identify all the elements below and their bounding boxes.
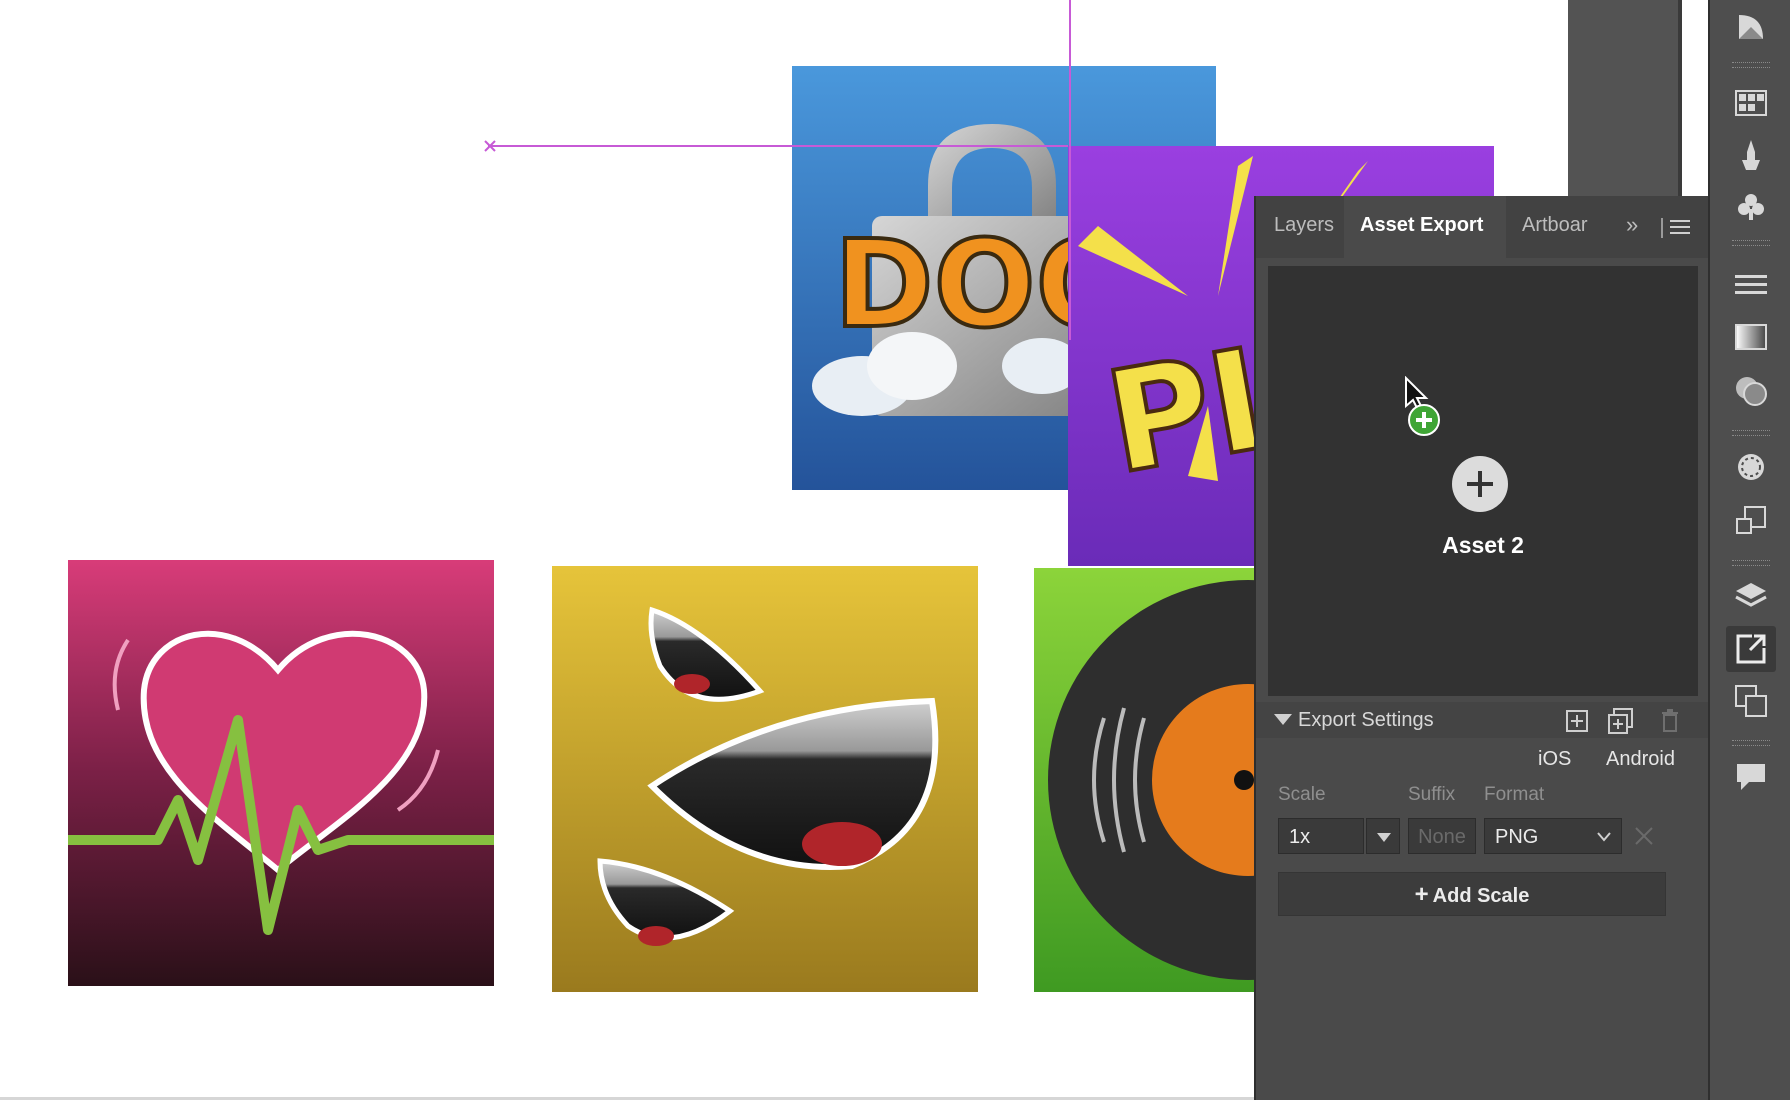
panel-menu-icon[interactable] bbox=[1670, 218, 1690, 236]
scale-dropdown-button[interactable] bbox=[1366, 818, 1400, 854]
tab-separator bbox=[1661, 218, 1663, 238]
dock-grip[interactable] bbox=[1732, 740, 1770, 746]
trash-icon[interactable] bbox=[1660, 708, 1680, 732]
smart-guide-vertical bbox=[1069, 0, 1071, 340]
plus-icon bbox=[1467, 471, 1493, 497]
remove-scale-icon[interactable] bbox=[1634, 826, 1654, 846]
club-symbol-icon[interactable] bbox=[1726, 184, 1776, 230]
format-select[interactable]: PNG bbox=[1484, 818, 1622, 854]
export-settings-header[interactable]: Export Settings bbox=[1256, 702, 1710, 738]
asset-drop-area[interactable]: Asset 2 bbox=[1268, 266, 1698, 696]
transform-icon[interactable] bbox=[1726, 498, 1776, 544]
transparency-icon[interactable] bbox=[1726, 4, 1776, 50]
platform-ios[interactable]: iOS bbox=[1538, 748, 1571, 771]
artboards-icon[interactable] bbox=[1726, 678, 1776, 724]
appearance-icon[interactable] bbox=[1726, 368, 1776, 414]
svg-text:PI: PI bbox=[1096, 319, 1277, 506]
asset-name-label[interactable]: Asset 2 bbox=[1268, 532, 1698, 559]
asset-thumbnail[interactable] bbox=[1452, 456, 1508, 512]
dock-grip[interactable] bbox=[1732, 430, 1770, 436]
color-icon[interactable] bbox=[1726, 444, 1776, 490]
dock-grip[interactable] bbox=[1732, 240, 1770, 246]
dock-grip[interactable] bbox=[1732, 560, 1770, 566]
panel-tab-bar: Layers Asset Export Artboar » bbox=[1256, 196, 1710, 258]
scale-column-label: Scale bbox=[1278, 784, 1326, 805]
stroke-icon[interactable] bbox=[1726, 262, 1776, 308]
add-asset-icon[interactable] bbox=[1566, 710, 1588, 732]
panel-dock-toolbar bbox=[1708, 0, 1790, 1100]
format-value: PNG bbox=[1495, 826, 1539, 848]
add-scale-button[interactable]: + Add Scale bbox=[1278, 872, 1666, 916]
chevron-down-icon bbox=[1597, 832, 1611, 842]
suffix-column-label: Suffix bbox=[1408, 784, 1456, 805]
gradient-icon[interactable] bbox=[1726, 314, 1776, 360]
asset-export-panel: Layers Asset Export Artboar » Asset 2 Ex… bbox=[1254, 196, 1710, 1100]
asset-export-icon[interactable] bbox=[1726, 626, 1776, 672]
layers-icon[interactable] bbox=[1726, 574, 1776, 620]
guide-end-marker bbox=[484, 140, 496, 152]
brush-icon[interactable] bbox=[1726, 132, 1776, 178]
dock-grip[interactable] bbox=[1732, 62, 1770, 68]
plus-icon: + bbox=[1414, 881, 1429, 908]
tab-asset-export[interactable]: Asset Export bbox=[1344, 196, 1506, 258]
grid-swatch-icon[interactable] bbox=[1726, 80, 1776, 126]
artwork-chat-mouths[interactable] bbox=[552, 566, 978, 992]
add-scale-label: Add Scale bbox=[1432, 885, 1530, 907]
export-settings-title: Export Settings bbox=[1298, 709, 1434, 731]
panel-overflow-button[interactable]: » bbox=[1626, 196, 1652, 258]
suffix-input[interactable]: None bbox=[1408, 818, 1476, 854]
artwork-heart-pulse[interactable] bbox=[68, 560, 494, 986]
canvas[interactable]: DOO PI Layers Asset Export Artboar » Ass… bbox=[0, 0, 1790, 1100]
add-multiple-assets-icon[interactable] bbox=[1608, 708, 1634, 734]
smart-guide-horizontal bbox=[488, 145, 1068, 147]
scale-input[interactable]: 1x bbox=[1278, 818, 1364, 854]
comment-icon[interactable] bbox=[1726, 754, 1776, 800]
dock-background bbox=[1568, 0, 1678, 200]
triangle-down-icon bbox=[1377, 833, 1391, 842]
format-column-label: Format bbox=[1484, 784, 1545, 805]
tab-artboards[interactable]: Artboar bbox=[1510, 196, 1620, 258]
platform-android[interactable]: Android bbox=[1606, 748, 1675, 771]
drag-add-cursor bbox=[1404, 375, 1446, 443]
disclosure-triangle-icon[interactable] bbox=[1274, 714, 1292, 726]
